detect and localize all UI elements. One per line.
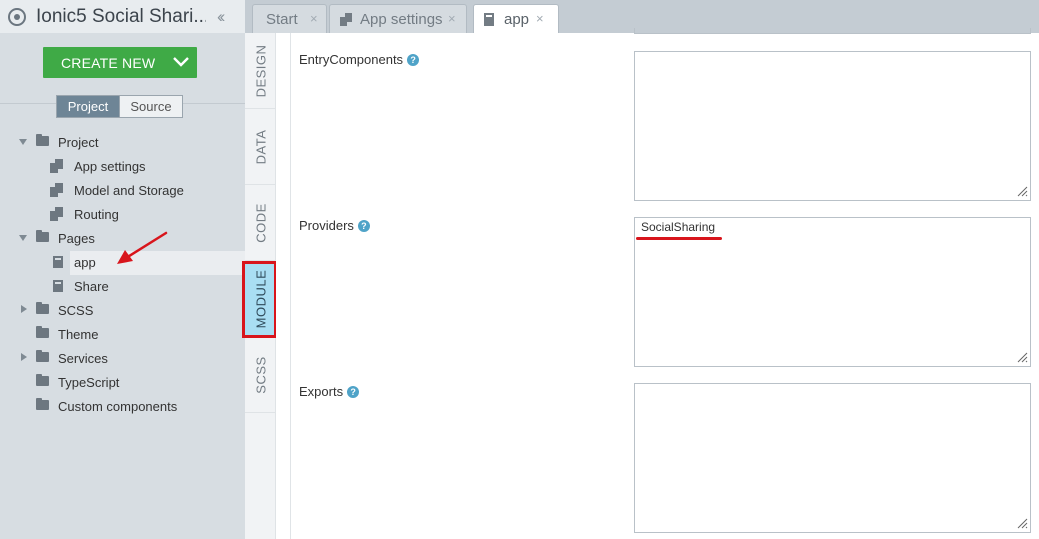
tree-item-app-settings[interactable]: App settings (0, 155, 245, 179)
help-icon[interactable]: ? (407, 54, 420, 66)
close-icon[interactable]: × (448, 11, 456, 26)
tree-item-label: Custom components (58, 399, 178, 414)
multi-document-icon (50, 207, 64, 221)
tab-app[interactable]: app × (473, 4, 559, 33)
expand-arrow-icon[interactable] (21, 305, 27, 313)
document-icon (484, 13, 494, 29)
vtab-design[interactable]: DESIGN (245, 33, 276, 109)
tree-item-label: SCSS (58, 303, 94, 318)
project-sidebar: Ionic5 Social Shari... ‹‹ CREATE NEW Pro… (0, 0, 245, 539)
tab-label: app (504, 11, 530, 28)
tab-label: App settings (360, 11, 443, 28)
project-source-toggle: Project Source (56, 95, 183, 118)
help-icon[interactable]: ? (357, 220, 370, 232)
resize-grip-icon[interactable] (1016, 185, 1028, 197)
multi-document-icon (50, 183, 64, 197)
providers-field-label: Providers? (299, 218, 370, 233)
tree-item-label: Share (74, 279, 109, 294)
folder-icon (36, 134, 49, 146)
tree-item-typescript[interactable]: TypeScript (0, 371, 245, 395)
vtab-label: CODE (253, 202, 268, 243)
folder-icon (36, 350, 49, 362)
close-icon[interactable]: × (310, 11, 318, 26)
field-label-text: EntryComponents (299, 52, 404, 67)
tree-item-label: Pages (58, 231, 95, 246)
multi-document-icon (340, 13, 353, 30)
folder-icon (36, 398, 49, 410)
tree-item-theme[interactable]: Theme (0, 323, 245, 347)
tree-item-custom-components[interactable]: Custom components (0, 395, 245, 419)
double-chevron-left-icon[interactable]: ‹‹ (217, 7, 226, 27)
previous-field-textarea[interactable] (634, 28, 1031, 34)
folder-icon (36, 230, 49, 242)
field-label-text: Providers (299, 218, 354, 233)
panel-divider (290, 33, 291, 539)
multi-document-icon (50, 159, 64, 173)
tree-item-routing[interactable]: Routing (0, 203, 245, 227)
project-toggle-button[interactable]: Project (56, 95, 120, 118)
field-label-text: Exports (299, 384, 344, 399)
app-title: Ionic5 Social Shari... (36, 6, 206, 27)
vtab-data[interactable]: DATA (245, 109, 276, 185)
tree-item-scss[interactable]: SCSS (0, 299, 245, 323)
help-icon[interactable]: ? (347, 386, 360, 398)
folder-icon (36, 374, 49, 386)
app-header: Ionic5 Social Shari... ‹‹ (0, 0, 245, 33)
vtab-scss[interactable]: SCSS (245, 337, 276, 413)
vtab-label: SCSS (253, 355, 268, 394)
tree-item-label: Project (58, 135, 99, 150)
exports-textarea[interactable] (634, 383, 1031, 533)
expand-arrow-icon[interactable] (19, 235, 27, 241)
create-new-button[interactable]: CREATE NEW (43, 47, 197, 78)
expand-arrow-icon[interactable] (19, 139, 27, 145)
entry-components-field-label: EntryComponents? (299, 52, 420, 67)
exports-field-label: Exports? (299, 384, 360, 399)
expand-arrow-icon[interactable] (21, 353, 27, 361)
annotation-arrow-icon (117, 231, 168, 264)
ionic-logo-icon (8, 8, 26, 26)
vtab-code[interactable]: CODE (245, 185, 276, 261)
tab-app-settings[interactable]: App settings × (329, 4, 467, 33)
chevron-down-icon[interactable] (165, 47, 197, 78)
folder-icon (36, 302, 49, 314)
tree-item-label: App settings (74, 159, 146, 174)
tree-item-label: TypeScript (58, 375, 120, 390)
resize-grip-icon[interactable] (1016, 517, 1028, 529)
tab-start[interactable]: Start × (252, 4, 327, 33)
vtab-label: DESIGN (253, 44, 268, 97)
annotation-underline (636, 237, 722, 240)
vtab-label: DATA (253, 129, 268, 164)
create-new-label: CREATE NEW (61, 55, 156, 71)
folder-icon (36, 326, 49, 338)
entry-components-textarea[interactable] (634, 51, 1031, 201)
document-icon (53, 280, 63, 292)
tree-item-label: Model and Storage (74, 183, 184, 198)
annotation-highlight-box (242, 261, 277, 338)
close-icon[interactable]: × (536, 11, 544, 26)
tree-item-label: Routing (74, 207, 119, 222)
document-icon (53, 256, 63, 268)
source-toggle-button[interactable]: Source (120, 95, 183, 118)
tree-item-label: Theme (58, 327, 99, 342)
tree-item-services[interactable]: Services (0, 347, 245, 371)
tree-item-label: Services (58, 351, 108, 366)
resize-grip-icon[interactable] (1016, 351, 1028, 363)
tree-item-model-and-storage[interactable]: Model and Storage (0, 179, 245, 203)
tree-item-project[interactable]: Project (0, 131, 245, 155)
tree-item-share[interactable]: Share (0, 275, 245, 299)
tab-label: Start (266, 11, 298, 28)
tree-item-label: app (74, 255, 96, 270)
